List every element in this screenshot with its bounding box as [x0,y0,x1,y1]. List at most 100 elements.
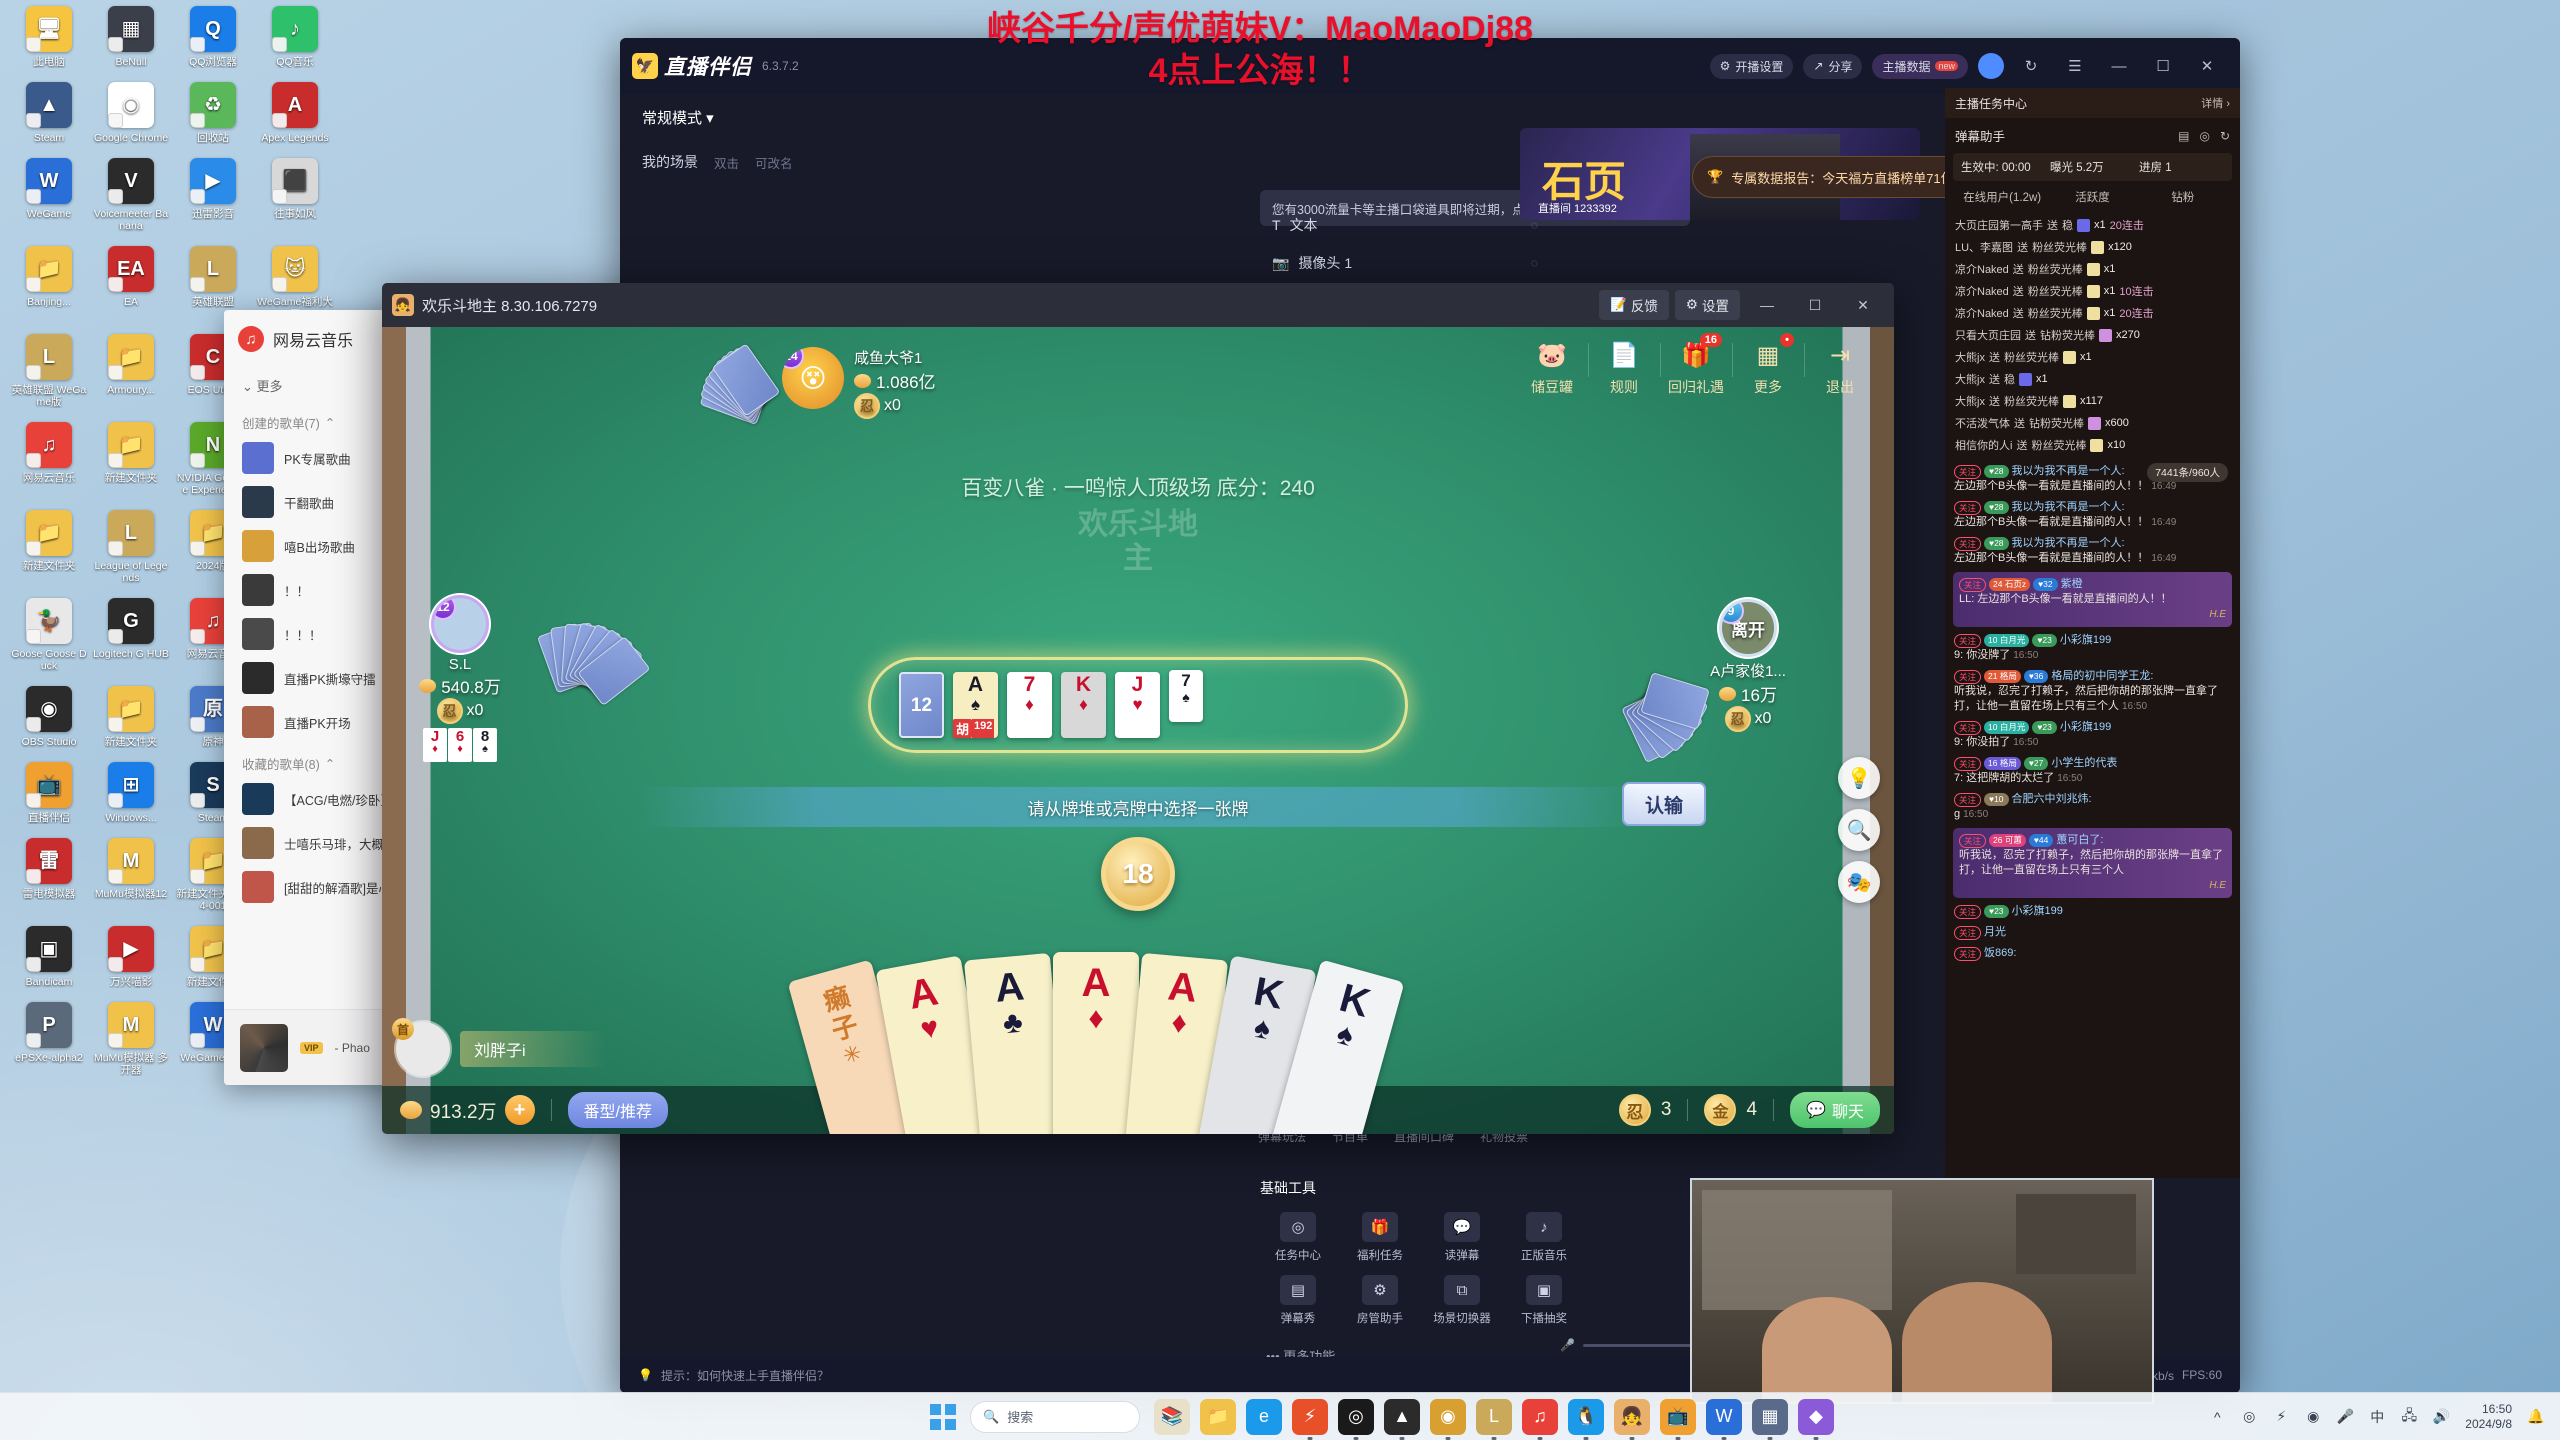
task-center-detail-link[interactable]: 详情 › [2201,95,2230,111]
desktop-icon-1[interactable]: ▦ BeNull [92,6,170,68]
game-close-button[interactable]: ✕ [1842,290,1884,320]
desktop-icon-37[interactable]: ⊞ Windows... [92,762,170,824]
game-top-储豆罐[interactable]: 🐷 储豆罐 [1516,335,1588,397]
lc-tool-正版音乐[interactable]: ♪ 正版音乐 [1504,1206,1584,1269]
desktop-icon-15[interactable]: 🐱WeGame福利大厅 [256,246,334,320]
live-companion-icon[interactable]: 📺 [1660,1398,1696,1435]
lc-tool-任务中心[interactable]: ◎ 任务中心 [1258,1206,1338,1269]
chat-username[interactable]: 饭869: [1984,946,2016,961]
play-zone-card[interactable]: 12 [899,672,944,738]
netease-music-icon[interactable]: ♫ [1522,1398,1558,1435]
lc-mode-select[interactable]: 常规模式 ▾ [642,107,714,128]
recommend-button[interactable]: 番型/推荐 [567,1092,668,1128]
desktop-icon-29[interactable]: G Logitech G HUB [92,598,170,660]
chat-username[interactable]: 小彩旗199 [2060,720,2111,735]
live-chat-sidebar[interactable]: 主播任务中心 详情 › 弹幕助手 ▤ ◎ ↻ 生效中: 00:00 曝光 5.2万… [1945,88,2240,1178]
danmu-tab-0[interactable]: 在线用户(1.2w) [1957,189,2047,205]
lc-close-button[interactable]: ✕ [2190,51,2224,81]
player-right-avatar[interactable]: 9 离开 [1719,599,1777,657]
app2-icon[interactable]: ◆ [1798,1398,1834,1435]
desktop-icon-44[interactable]: ▣ Bandicam [10,926,88,988]
add-coins-button[interactable]: + [504,1095,535,1125]
player-left[interactable]: 12 S.L 540.8万 忍 x0 J ♦ 6 ♦ 8 ♠ [400,595,520,762]
follow-button[interactable]: 关注 [1954,904,1982,919]
play-zone[interactable]: 12 A ♠ 胡 192 7 ♦ K ♦ J ♥ 7 ♠ [868,657,1408,753]
chat-username[interactable]: 格局的初中同学王龙: [2051,669,2153,684]
network-icon[interactable]: 🖧 [2399,1407,2419,1427]
lc-scene-tab-1[interactable]: 可改名 [755,153,793,172]
chrome-icon[interactable]: ◉ [1430,1398,1466,1435]
chat-username[interactable]: 小彩旗199 [2060,633,2111,648]
task-center-bar[interactable]: 主播任务中心 详情 › [1945,88,2240,118]
desktop-icon-49[interactable]: M MuMu模拟器 多开器 [92,1002,170,1076]
obs-icon[interactable]: ◎ [1338,1398,1374,1435]
play-zone-card[interactable]: 7 ♦ [1007,672,1052,738]
visibility-icon[interactable]: ◌ [1531,256,1538,270]
tray-thunder-icon[interactable]: ⚡ [2271,1407,2291,1427]
desktop-icon-45[interactable]: ▶ 万兴喵影 [92,926,170,988]
game-settings-button[interactable]: ⚙ 设置 [1674,290,1740,320]
edge-icon[interactable]: e [1246,1398,1282,1435]
follow-button[interactable]: 关注 [1954,633,1982,648]
visibility-icon[interactable]: ◌ [1531,218,1538,232]
chat-username[interactable]: 月光 [1984,925,2006,940]
lc-maximize-button[interactable]: ☐ [2146,51,2180,81]
search-input[interactable]: 🔍 搜索 [970,1400,1140,1433]
webcam-preview[interactable] [1690,1178,2154,1404]
chevron-up-icon[interactable]: ^ [2207,1407,2227,1427]
qq-icon[interactable]: 🐧 [1568,1398,1604,1435]
ae-icon[interactable]: ▲ [1384,1398,1420,1435]
widgets-icon[interactable]: 📚 [1154,1398,1190,1435]
app-icon[interactable]: ▦ [1752,1398,1788,1435]
wegame-icon[interactable]: W [1706,1398,1742,1435]
desktop-icon-14[interactable]: L 英雄联盟 [174,246,252,308]
follow-button[interactable]: 关注 [1954,925,1982,940]
follow-button[interactable]: 关注 [1954,464,1982,479]
lc-menu-icon[interactable]: ☰ [2058,51,2092,81]
lc-footer-hint[interactable]: 提示：如何快速上手直播伴侣？ [661,1367,829,1384]
ddz-icon[interactable]: 👧 [1614,1398,1650,1435]
chat-username[interactable]: 合肥六中刘兆炜: [2012,792,2092,807]
lc-layer-0[interactable]: T 文本 ◌ [1260,206,1550,244]
follow-button[interactable]: 关注 [1954,720,1982,735]
danmu-tab-1[interactable]: 活跃度 [2047,189,2137,205]
game-minimize-button[interactable]: — [1746,290,1788,320]
desktop-icon-4[interactable]: ▲ Steam [10,82,88,144]
desktop-icon-6[interactable]: ♻ 回收站 [174,82,252,144]
lc-open-settings-button[interactable]: ⚙ 开播设置 [1709,53,1794,79]
lc-slider-icon[interactable]: 🎤 [1560,1338,1575,1352]
desktop-icon-17[interactable]: 📁 Armoury... [92,334,170,396]
game-maximize-button[interactable]: ☐ [1794,290,1836,320]
play-zone-card[interactable]: 7 ♠ [1169,670,1203,722]
chat-username[interactable]: 小学生的代表 [2051,756,2117,771]
tray-app-icon[interactable]: ◉ [2303,1407,2323,1427]
windows-taskbar[interactable]: 🔍 搜索 📚 📁 e ⚡ ◎ ▲ ◉ L ♫ 🐧 👧 📺 W ▦ ◆ ^ ◎ ⚡ ◉ 🎤 中 🖧 🔊 16:50 2024… [0,1392,2560,1440]
start-button[interactable] [930,1403,956,1430]
desktop-icon-20[interactable]: ♫ 网易云音乐 [10,422,88,484]
game-top-更多[interactable]: ▦ 更多 • [1732,333,1804,397]
desktop-icon-25[interactable]: L League of Legends [92,510,170,584]
follow-button[interactable]: 关注 [1959,833,1987,848]
chat-username[interactable]: 蕙可白了: [2056,833,2103,848]
chat-username[interactable]: 小彩旗199 [2012,904,2063,919]
lol-icon[interactable]: L [1476,1398,1512,1435]
lc-tool-读弹幕[interactable]: 💬 读弹幕 [1422,1206,1502,1269]
desktop-icon-0[interactable]: 🖥 此电脑 [10,6,88,68]
danmu-tab-2[interactable]: 钻粉 [2138,189,2228,205]
refresh-icon[interactable]: ↻ [2220,129,2230,143]
lc-tool-福利任务[interactable]: 🎁 福利任务 [1340,1206,1420,1269]
follow-button[interactable]: 关注 [1954,669,1982,684]
game-top-规则[interactable]: 📄 规则 [1588,335,1660,397]
play-zone-card[interactable]: K ♦ [1061,672,1106,738]
desktop-icon-11[interactable]: ⬛ 往事如风 [256,158,334,220]
list-view-icon[interactable]: ▤ [2178,129,2189,143]
chat-username[interactable]: 紫橙 [2061,577,2083,592]
game-top-退出[interactable]: ⇥ 退出 [1804,335,1876,397]
chat-button[interactable]: 💬 聊天 [1790,1092,1880,1128]
follow-button[interactable]: 关注 [1954,536,1982,551]
lc-avatar[interactable] [1978,53,2004,79]
desktop-icon-24[interactable]: 📁 新建文件夹 [10,510,88,572]
desktop-icon-13[interactable]: EA EA [92,246,170,308]
desktop-icon-7[interactable]: A Apex Legends [256,82,334,144]
player-left-avatar[interactable]: 12 [431,595,489,653]
